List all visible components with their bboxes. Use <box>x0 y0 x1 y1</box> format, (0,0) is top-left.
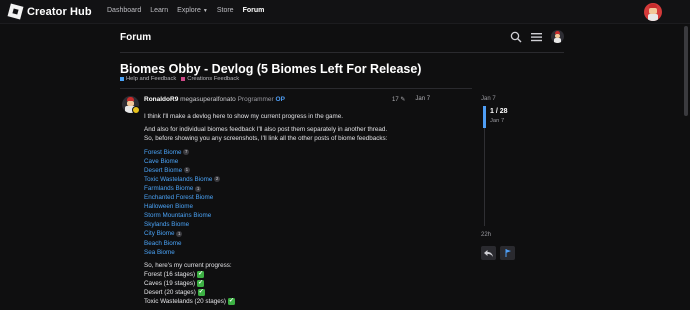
biome-link-label: Desert Biome <box>144 166 183 174</box>
header-divider <box>120 52 564 53</box>
biome-link[interactable]: Farmlands Biome 1 <box>144 184 474 193</box>
click-count-badge: 1 <box>195 185 201 192</box>
timeline-start-date[interactable]: Jan 7 <box>481 96 496 102</box>
flag-button[interactable] <box>500 246 515 260</box>
forum-header: Forum <box>120 30 564 46</box>
biome-link-label: Beach Biome <box>144 239 182 247</box>
header-icons <box>509 30 564 43</box>
click-count-badge: 2 <box>214 176 220 183</box>
chevron-down-icon: ▼ <box>202 8 208 14</box>
progress-label: Desert (20 stages) <box>144 289 196 297</box>
op-badge: OP <box>275 96 285 103</box>
top-nav: Creator Hub Dashboard Learn Explore ▼ Sto… <box>0 0 690 24</box>
nav-links: Dashboard Learn Explore ▼ Store Forum <box>107 7 264 14</box>
topic-tags: Help and Feedback Creations Feedback <box>120 76 239 82</box>
topic-title[interactable]: Biomes Obby - Devlog (5 Biomes Left For … <box>120 62 421 76</box>
edit-count: 17 <box>392 97 399 103</box>
post-username[interactable]: RonaldoR9 <box>144 96 178 103</box>
category-help-and-feedback[interactable]: Help and Feedback <box>120 76 176 82</box>
check-icon: ✓ <box>197 289 205 297</box>
biome-link[interactable]: Sea Biome <box>144 248 474 257</box>
biome-link-label: Storm Mountains Biome <box>144 212 212 220</box>
biome-link[interactable]: Toxic Wastelands Biome 2 <box>144 175 474 184</box>
click-count-badge: 1 <box>176 231 182 237</box>
biome-link-list: Forest Biome 7 Cave Biome Desert Biome 1 Toxi… <box>144 148 474 257</box>
nav-forum[interactable]: Forum <box>243 7 265 14</box>
user-avatar[interactable] <box>644 3 662 21</box>
badge-icon <box>132 106 140 114</box>
avatar[interactable] <box>551 30 564 43</box>
timeline-current-date: Jan 7 <box>490 118 505 124</box>
flag-icon <box>505 249 511 257</box>
biome-link[interactable]: Storm Mountains Biome <box>144 211 474 220</box>
post-paragraph: I think I'll make a devlog here to show … <box>144 113 343 120</box>
biome-link[interactable]: Beach Biome <box>144 239 474 248</box>
search-icon[interactable] <box>509 30 522 43</box>
biome-link[interactable]: Halloween Biome <box>144 202 474 211</box>
edit-history-button[interactable]: 17 ✎ <box>392 96 405 103</box>
biome-link[interactable]: Cave Biome <box>144 157 474 166</box>
progress-label: Forest (16 stages) <box>144 270 196 278</box>
reply-icon <box>484 249 493 257</box>
post-paragraph: And also for individual biomes feedback … <box>144 126 388 134</box>
click-count-badge: 1 <box>184 167 190 174</box>
pencil-icon: ✎ <box>400 97 406 103</box>
check-icon: ✓ <box>228 298 236 306</box>
scrollbar[interactable] <box>684 26 688 116</box>
timeline-position: 1 / 28 <box>490 108 508 115</box>
post-role: Programmer <box>237 96 274 103</box>
progress-item: Toxic Wastelands (20 stages) ✓ <box>144 297 474 306</box>
category-label: Creations Feedback <box>187 76 240 82</box>
biome-link-label: Enchanted Forest Biome <box>144 194 214 202</box>
category-square-icon <box>120 77 124 81</box>
nav-store[interactable]: Store <box>217 7 234 14</box>
nav-learn[interactable]: Learn <box>150 7 168 14</box>
biome-link-label: Skylands Biome <box>144 221 190 229</box>
post-fullname: megasuperalfonato <box>180 96 236 103</box>
biome-link-label: City Biome <box>144 230 175 238</box>
category-creations-feedback[interactable]: Creations Feedback <box>181 76 239 82</box>
timeline-end-date[interactable]: 22h <box>481 232 491 238</box>
post-body: I think I'll make a devlog here to show … <box>144 112 474 306</box>
category-square-icon <box>181 77 186 81</box>
check-icon: ✓ <box>197 270 205 278</box>
menu-icon[interactable] <box>530 30 543 43</box>
post-meta: RonaldoR9 megasuperalfonato Programmer O… <box>144 96 285 103</box>
biome-link[interactable]: Skylands Biome <box>144 220 474 229</box>
timeline-handle[interactable] <box>483 106 486 128</box>
biome-link-label: Sea Biome <box>144 248 175 256</box>
progress-item: Caves (19 stages) ✓ <box>144 279 474 288</box>
biome-link-label: Toxic Wastelands Biome <box>144 175 213 183</box>
category-label: Help and Feedback <box>126 76 177 82</box>
post-info: 17 ✎ Jan 7 <box>392 96 430 103</box>
biome-link[interactable]: Desert Biome 1 <box>144 166 474 175</box>
progress-item: Desert (20 stages) ✓ <box>144 288 474 297</box>
reply-button[interactable] <box>481 246 496 260</box>
nav-explore[interactable]: Explore ▼ <box>177 7 208 14</box>
biome-link-label: Cave Biome <box>144 157 179 165</box>
biome-link-label: Halloween Biome <box>144 203 194 211</box>
nav-explore-label: Explore <box>177 7 201 14</box>
progress-list: Forest (16 stages) ✓ Caves (19 stages) ✓ Des… <box>144 270 474 306</box>
biome-link[interactable]: Enchanted Forest Biome <box>144 193 474 202</box>
nav-dashboard[interactable]: Dashboard <box>107 7 141 14</box>
brand-name: Creator Hub <box>27 5 92 18</box>
check-icon: ✓ <box>197 280 205 288</box>
biome-link-label: Forest Biome <box>144 148 182 156</box>
topic-divider <box>120 88 472 89</box>
roblox-logo-icon <box>7 3 24 20</box>
biome-link[interactable]: City Biome 1 <box>144 229 474 238</box>
progress-item: Forest (16 stages) ✓ <box>144 270 474 279</box>
forum-title[interactable]: Forum <box>120 32 151 43</box>
biome-link-label: Farmlands Biome <box>144 184 194 192</box>
progress-heading: So, here's my current progress: <box>144 261 232 269</box>
progress-label: Caves (19 stages) <box>144 279 196 287</box>
click-count-badge: 7 <box>183 149 189 156</box>
brand[interactable]: Creator Hub <box>7 3 92 20</box>
post-date[interactable]: Jan 7 <box>415 96 430 103</box>
biome-link[interactable]: Forest Biome 7 <box>144 148 474 157</box>
progress-label: Toxic Wastelands (20 stages) <box>144 298 227 306</box>
post-paragraph: So, before showing you any screenshots, … <box>144 135 388 143</box>
